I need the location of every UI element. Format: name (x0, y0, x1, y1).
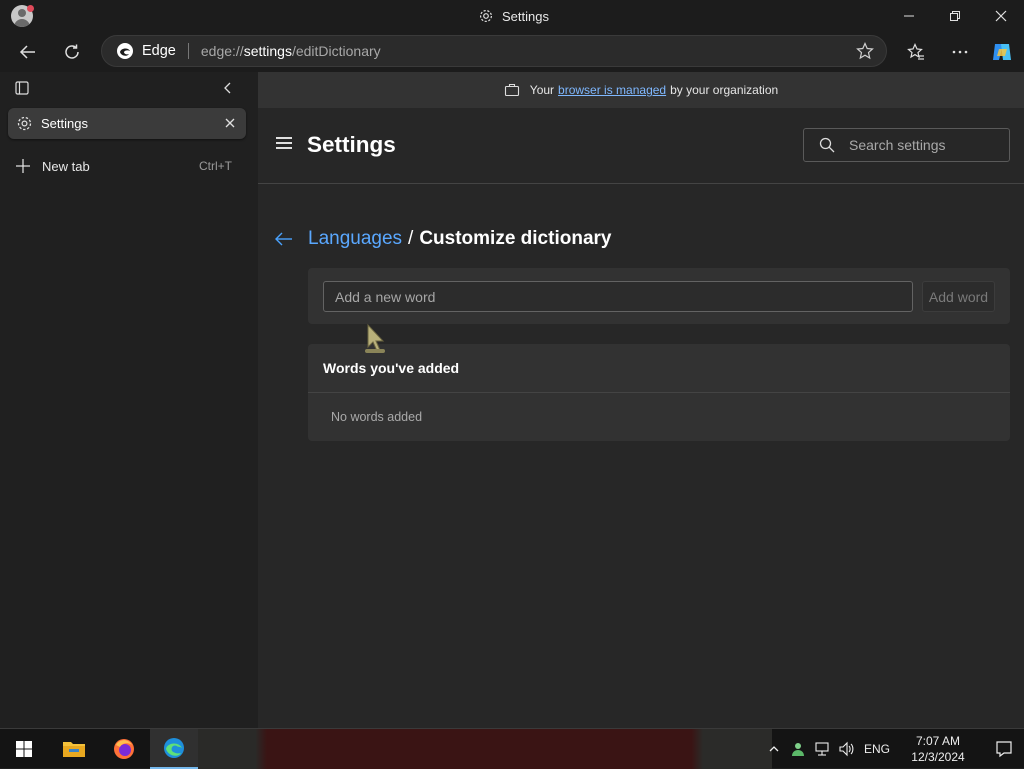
network-icon (815, 742, 829, 756)
page-title: Settings (307, 132, 396, 157)
words-added-card: Words you've added No words added (308, 344, 1010, 441)
profile-badge (27, 5, 34, 12)
chevron-up-icon (769, 746, 779, 752)
search-icon (819, 137, 835, 153)
back-arrow-icon (19, 45, 35, 59)
add-word-button[interactable]: Add word (922, 281, 995, 312)
add-word-input[interactable] (323, 281, 913, 312)
breadcrumb-separator: / (408, 228, 414, 249)
star-icon[interactable] (856, 42, 874, 60)
banner-text-start: Your (529, 83, 555, 97)
managed-banner: Your browser is managed by your organiza… (258, 72, 1024, 108)
taskbar-file-explorer[interactable] (50, 729, 98, 769)
wallpaper-strip (198, 729, 772, 769)
title-bar: Settings (0, 0, 1024, 32)
breadcrumb-current: Customize dictionary (419, 228, 612, 249)
tab-actions-icon[interactable] (14, 80, 30, 96)
window-title: Settings (478, 8, 549, 24)
minimize-button[interactable] (886, 0, 932, 32)
notification-icon (996, 741, 1012, 758)
volume-icon (839, 741, 854, 757)
favorites-icon (907, 43, 924, 60)
people-icon (791, 743, 804, 756)
notification-button[interactable] (984, 729, 1024, 769)
close-icon (225, 118, 235, 128)
address-divider (187, 43, 189, 59)
new-tab-label: New tab (42, 158, 90, 174)
minimize-icon (904, 15, 914, 17)
tray-network[interactable] (810, 729, 834, 769)
restore-icon (950, 11, 960, 21)
copilot-button[interactable] (986, 36, 1018, 68)
divider (308, 392, 1010, 393)
back-arrow-icon[interactable] (274, 231, 294, 247)
tray-people[interactable] (786, 729, 810, 769)
address-brand: Edge (142, 43, 176, 59)
edge-icon (164, 738, 184, 758)
windows-start-icon (16, 741, 32, 757)
file-explorer-icon (63, 742, 85, 757)
address-url[interactable]: edge://settings/editDictionary (201, 43, 381, 59)
refresh-icon (65, 44, 79, 59)
search-box[interactable] (803, 128, 1010, 162)
window-title-text: Settings (502, 8, 549, 24)
more-icon (952, 50, 968, 54)
plus-icon (16, 159, 30, 173)
restore-button[interactable] (932, 0, 978, 32)
words-added-heading: Words you've added (323, 360, 460, 376)
browser-toolbar: Edge edge://settings/editDictionary (0, 32, 1024, 72)
taskbar-firefox[interactable] (100, 729, 148, 769)
new-tab-button[interactable]: New tab Ctrl+T (14, 156, 232, 176)
briefcase-icon (504, 83, 519, 97)
empty-state-text: No words added (331, 410, 423, 424)
favorites-button[interactable] (900, 36, 932, 68)
clock[interactable]: 7:07 AM 12/3/2024 (898, 733, 978, 765)
close-window-button[interactable] (978, 0, 1024, 32)
close-icon (995, 10, 1007, 22)
address-bar[interactable]: Edge edge://settings/editDictionary (101, 35, 887, 67)
taskbar: ENG 7:07 AM 12/3/2024 (0, 728, 1024, 769)
new-tab-shortcut: Ctrl+T (199, 159, 232, 173)
collapse-sidebar-icon[interactable] (220, 80, 236, 96)
breadcrumb-languages-link[interactable]: Languages (308, 228, 402, 250)
tray-overflow-button[interactable] (762, 729, 786, 769)
banner-text-end: by your organization (670, 83, 779, 97)
browser-managed-link[interactable]: browser is managed (558, 83, 666, 97)
gear-icon (17, 116, 32, 131)
tab-label: Settings (41, 116, 88, 131)
more-button[interactable] (944, 36, 976, 68)
clock-time: 7:07 AM (915, 734, 961, 748)
clock-date: 12/3/2024 (911, 750, 965, 764)
taskbar-edge[interactable] (150, 729, 198, 769)
tab-settings[interactable]: Settings (8, 108, 246, 139)
vertical-tabs-sidebar: Settings New tab Ctrl+T (0, 72, 258, 728)
gear-icon (479, 9, 493, 23)
busy-cursor-icon (365, 323, 385, 353)
settings-header: Settings (258, 108, 1024, 184)
system-tray: ENG 7:07 AM 12/3/2024 (762, 729, 1024, 769)
tray-volume[interactable] (834, 729, 858, 769)
edge-logo-icon (117, 43, 133, 59)
add-word-card: Add word (308, 268, 1010, 324)
start-button[interactable] (0, 729, 48, 769)
close-tab-button[interactable] (222, 115, 238, 131)
refresh-button[interactable] (56, 36, 88, 68)
input-language[interactable]: ENG (864, 742, 890, 756)
firefox-icon (114, 739, 134, 759)
settings-page: Your browser is managed by your organiza… (258, 72, 1024, 728)
back-button[interactable] (12, 36, 44, 68)
menu-icon[interactable] (276, 137, 292, 149)
search-input[interactable] (849, 137, 999, 153)
breadcrumb: Languages / Customize dictionary (274, 228, 611, 250)
copilot-icon (993, 44, 1011, 60)
